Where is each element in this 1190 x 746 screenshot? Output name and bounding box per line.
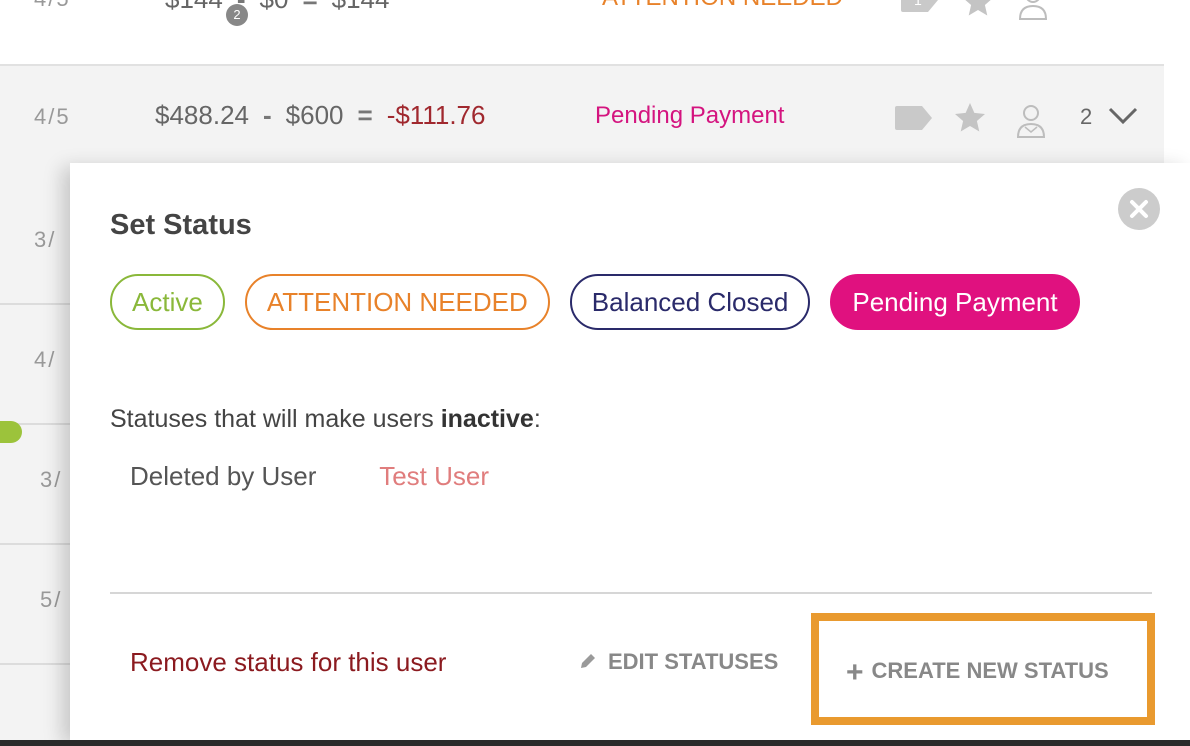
chevron-down-icon[interactable] bbox=[1108, 104, 1138, 128]
row-divider bbox=[0, 303, 70, 305]
status-option-active[interactable]: Active bbox=[110, 274, 225, 330]
panel-title: Set Status bbox=[110, 209, 252, 241]
inactive-statuses-list: Deleted by User Test User bbox=[130, 461, 545, 492]
status-option-test-user[interactable]: Test User bbox=[379, 461, 489, 491]
row-fraction: 4/5 bbox=[34, 0, 71, 12]
close-icon bbox=[1130, 200, 1148, 218]
user-icon[interactable] bbox=[1016, 104, 1046, 138]
panel-divider bbox=[110, 592, 1152, 594]
bottom-bar bbox=[0, 740, 1190, 746]
row-count: 2 bbox=[1080, 104, 1093, 129]
status-option-balanced-closed[interactable]: Balanced Closed bbox=[569, 274, 811, 330]
star-icon[interactable] bbox=[952, 100, 988, 136]
tag-icon[interactable]: 1 bbox=[900, 0, 940, 14]
row-status[interactable]: ATTENTION NEEDED bbox=[602, 0, 843, 12]
remove-status-link[interactable]: Remove status for this user bbox=[130, 647, 446, 678]
table-row[interactable]: 4/5 $488.24- $600 = -$111.76 Pending Paymen… bbox=[0, 66, 1164, 166]
status-option-pending-payment[interactable]: Pending Payment bbox=[830, 274, 1080, 330]
row-amount: $144-$0=$144 bbox=[165, 0, 389, 15]
tag-count: 1 bbox=[914, 0, 922, 8]
row-fraction: 5/ bbox=[40, 587, 63, 612]
row-fraction: 3/ bbox=[40, 467, 63, 492]
background-rows-left: 3/ 4/ 3/ 5/ bbox=[0, 166, 70, 746]
pencil-icon bbox=[581, 654, 595, 668]
row-status[interactable]: Pending Payment bbox=[595, 102, 784, 130]
status-option-attention-needed[interactable]: ATTENTION NEEDED bbox=[244, 274, 550, 330]
row-divider bbox=[0, 663, 70, 665]
row-fraction: 3/ bbox=[34, 227, 57, 252]
tag-icon[interactable] bbox=[894, 104, 934, 132]
create-new-status-button[interactable]: + CREATE NEW STATUS bbox=[811, 613, 1155, 725]
plus-icon: + bbox=[846, 656, 864, 689]
set-status-panel: Set Status Active ATTENTION NEEDED Balan… bbox=[70, 163, 1190, 740]
inactive-statuses-label: Statuses that will make users inactive: bbox=[110, 405, 541, 433]
row-fraction: 4/ bbox=[34, 347, 57, 372]
row-amount: $488.24- $600 = -$111.76 bbox=[155, 100, 486, 130]
status-options: Active ATTENTION NEEDED Balanced Closed … bbox=[110, 274, 1080, 330]
user-icon[interactable] bbox=[1018, 0, 1048, 20]
payment-count-badge: 2 bbox=[226, 4, 248, 26]
edit-statuses-button[interactable]: EDIT STATUSES bbox=[578, 649, 778, 675]
balance-negative: -$111.76 bbox=[386, 100, 486, 130]
close-button[interactable] bbox=[1118, 188, 1160, 230]
star-icon[interactable] bbox=[960, 0, 996, 20]
row-divider bbox=[0, 543, 70, 545]
table-row[interactable]: 4/5 $144-$0=$144 2 ATTENTION NEEDED 1 bbox=[0, 0, 1164, 66]
status-option-deleted-by-user[interactable]: Deleted by User bbox=[130, 461, 316, 491]
status-indicator-dot bbox=[0, 421, 22, 443]
row-fraction: 4/5 bbox=[34, 104, 71, 129]
